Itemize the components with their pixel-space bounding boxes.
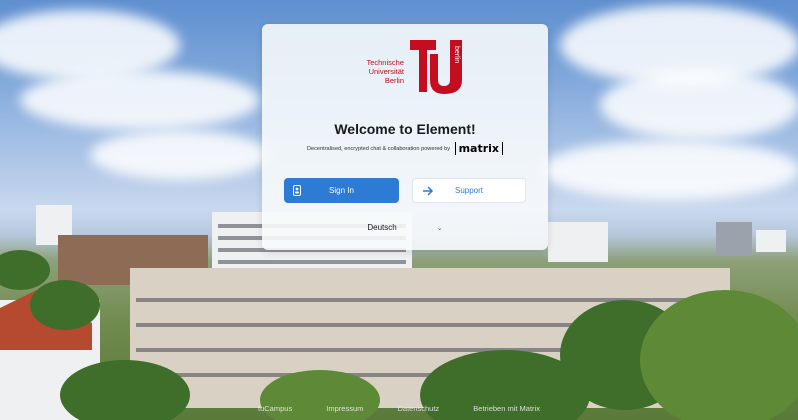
welcome-card: Technische Universität Berlin berlin Wel… <box>262 24 548 250</box>
user-badge-icon <box>293 185 301 196</box>
footer-link-matrix[interactable]: Betrieben mit Matrix <box>473 404 540 413</box>
arrow-right-icon <box>423 186 434 196</box>
matrix-logo: matrix <box>454 142 504 155</box>
language-select[interactable]: Deutsch ⌄ <box>262 223 548 232</box>
footer-links: tuCampus Impressum Datenschutz Betrieben… <box>0 404 798 413</box>
tu-berlin-logo: Technische Universität Berlin berlin <box>352 40 464 98</box>
welcome-subtitle: Decentralised, encrypted chat & collabor… <box>262 142 548 155</box>
footer-link-datenschutz[interactable]: Datenschutz <box>397 404 439 413</box>
tu-logo-icon: berlin <box>410 40 462 94</box>
sign-in-button[interactable]: Sign In <box>284 178 399 203</box>
support-button[interactable]: Support <box>412 178 526 203</box>
footer-link-impressum[interactable]: Impressum <box>326 404 363 413</box>
logo-text: Technische Universität Berlin <box>366 58 404 85</box>
svg-text:berlin: berlin <box>453 46 460 63</box>
welcome-title: Welcome to Element! <box>334 121 476 137</box>
chevron-down-icon: ⌄ <box>436 225 443 232</box>
footer-link-tucampus[interactable]: tuCampus <box>258 404 292 413</box>
